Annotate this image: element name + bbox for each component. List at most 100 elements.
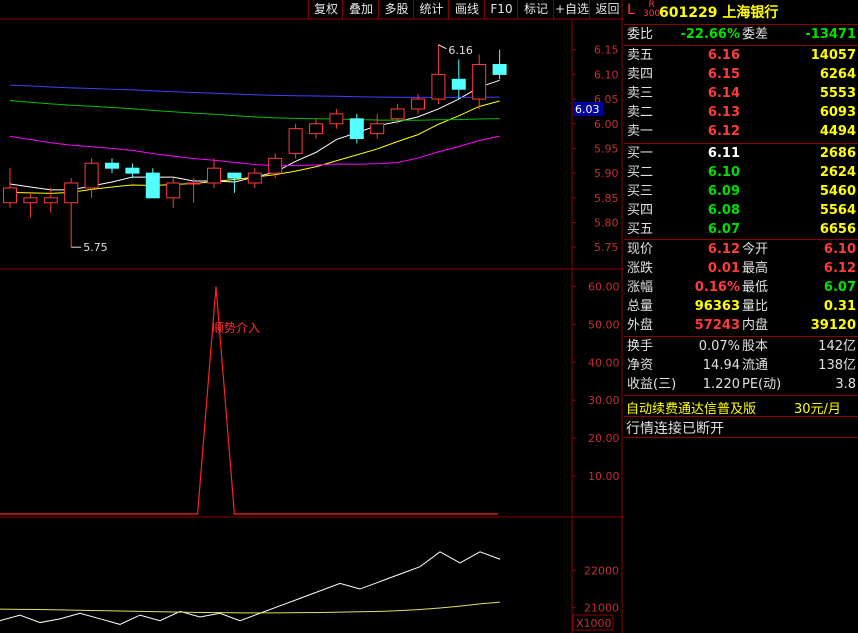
y-tick-label: 5.90 [594, 167, 619, 180]
candle-body [431, 73, 446, 100]
stat-value: 0.31 [823, 299, 856, 314]
bid-price: 6.09 [707, 184, 740, 199]
fund-label: PE(动) [742, 377, 782, 392]
weicha-label: 委差 [742, 27, 769, 42]
toolbar-button[interactable]: +自选 [553, 0, 590, 19]
ask-volume: 4494 [819, 124, 856, 139]
toolbar-button[interactable]: 多股 [378, 0, 414, 19]
candle-body [64, 182, 79, 204]
candle-body [186, 182, 201, 185]
candle-body [105, 162, 119, 169]
divider [624, 336, 858, 337]
ask-level[interactable]: 卖四 6.15 6264 [624, 66, 858, 84]
bid-level[interactable]: 买四 6.08 5564 [624, 202, 858, 220]
y-tick-label: 30.00 [588, 394, 620, 407]
stock-prefix: L [627, 2, 635, 18]
bid-level[interactable]: 买一 6.11 2686 [624, 145, 858, 163]
ask-price: 6.14 [707, 86, 740, 101]
bid-level[interactable]: 买五 6.07 6656 [624, 221, 858, 239]
ask-level[interactable]: 卖一 6.12 4494 [624, 123, 858, 141]
bid-level[interactable]: 买三 6.09 5460 [624, 183, 858, 201]
candle-body [125, 167, 140, 174]
stat-label: 内盘 [742, 318, 769, 333]
divider [624, 239, 858, 240]
bid-label: 买一 [627, 146, 654, 161]
toolbar-button[interactable]: 返回 [589, 0, 625, 19]
ask-volume: 6093 [819, 105, 856, 120]
bid-volume: 5460 [819, 184, 856, 199]
stat-label: 涨跌 [627, 261, 654, 276]
toolbar-button[interactable]: 复权 [308, 0, 343, 19]
candle-body [247, 172, 262, 184]
fund-value: 14.94 [702, 358, 740, 373]
y-tick-label: 22000 [584, 564, 619, 577]
y-tick-label: 6.10 [594, 68, 619, 81]
bid-price: 6.10 [707, 165, 740, 180]
ask-volume: 5553 [819, 86, 856, 101]
fund-row: 换手 0.07% 股本 142亿 [624, 338, 858, 356]
divider [624, 395, 858, 396]
ask-level[interactable]: 卖二 6.13 6093 [624, 104, 858, 122]
toolbar-button[interactable]: 画线 [448, 0, 485, 19]
y-tick-label: 10.00 [588, 470, 620, 483]
ask-label: 卖四 [627, 67, 654, 82]
candle-body [166, 182, 181, 199]
ad-text[interactable]: 自动续费通达信普及版 [626, 398, 756, 417]
y-tick-label: 40.00 [588, 356, 620, 369]
toolbar-button[interactable]: 统计 [413, 0, 449, 19]
candle-body [349, 118, 364, 140]
stat-label: 现价 [627, 242, 654, 257]
stat-label: 最低 [742, 280, 769, 295]
candle-body [207, 167, 221, 184]
candle-body [370, 123, 385, 135]
divider [624, 24, 858, 25]
candle-body [84, 162, 99, 189]
fund-label: 流通 [742, 358, 769, 373]
ask-volume: 14057 [810, 48, 856, 63]
weibi-label: 委比 [627, 27, 654, 42]
signal-annotation: 顺势介入 [212, 321, 260, 335]
bid-label: 买二 [627, 165, 654, 180]
ma20-line [9, 135, 500, 167]
fund-value: 0.07% [698, 339, 740, 354]
stats-row: 涨幅 0.16% 最低 6.07 [624, 279, 858, 297]
badge-bottom: 300 [643, 9, 661, 19]
ask-price: 6.15 [707, 67, 740, 82]
stats-row: 外盘 57243 内盘 39120 [624, 317, 858, 335]
weicha-value: -13471 [805, 27, 856, 42]
toolbar-button[interactable]: 标记 [517, 0, 554, 19]
fund-label: 净资 [627, 358, 654, 373]
stat-label: 外盘 [627, 318, 654, 333]
toolbar-button[interactable]: F10 [484, 0, 518, 19]
kline-chart[interactable]: 6.156.106.056.005.955.905.855.805.756.03… [0, 0, 624, 633]
bid-label: 买五 [627, 222, 654, 237]
divider [624, 143, 858, 144]
weibi-row: 委比 -22.66% 委差 -13471 [624, 26, 858, 44]
ad-price[interactable]: 30元/月 [794, 398, 841, 417]
fund-value: 1.220 [702, 377, 740, 392]
ask-level[interactable]: 卖五 6.16 14057 [624, 47, 858, 65]
ask-level[interactable]: 卖三 6.14 5553 [624, 85, 858, 103]
indicator-line-1 [0, 551, 501, 625]
weibi-value: -22.66% [680, 27, 740, 42]
toolbar-button[interactable]: 叠加 [342, 0, 379, 19]
indicator-line-2 [0, 601, 501, 614]
bid-price: 6.11 [707, 146, 740, 161]
low-annotation: 5.75 [83, 241, 108, 254]
ask-price: 6.12 [707, 124, 740, 139]
bid-volume: 2686 [819, 146, 856, 161]
y-tick-label: 50.00 [588, 318, 620, 331]
stat-value: 39120 [810, 318, 856, 333]
bid-level[interactable]: 买二 6.10 2624 [624, 164, 858, 182]
stock-title[interactable]: 601229 上海银行 [659, 2, 778, 22]
y-tick-label: 60.00 [588, 280, 620, 293]
stat-value: 57243 [694, 318, 740, 333]
candle-body [329, 113, 344, 125]
y-tick-label: 5.85 [594, 192, 619, 205]
bid-price: 6.08 [707, 203, 740, 218]
ask-volume: 6264 [819, 67, 856, 82]
stat-value: 6.10 [823, 242, 856, 257]
candle-body [268, 157, 283, 174]
stock-badge: R 300 [643, 1, 660, 19]
y-tick-label: 5.75 [594, 241, 619, 254]
